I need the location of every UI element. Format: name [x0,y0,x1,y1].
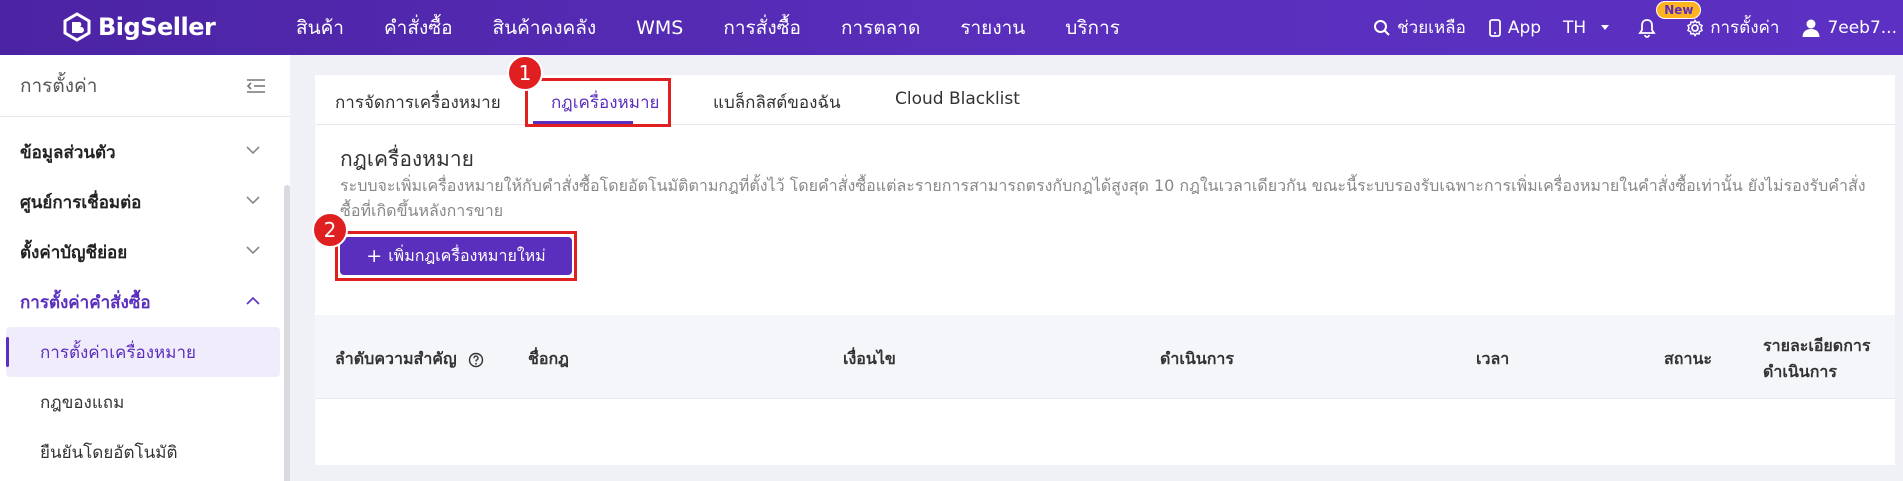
tab-cloud-blacklist[interactable]: Cloud Blacklist [895,89,1020,109]
column-header-operation-details: รายละเอียดการ ดำเนินการ [1763,333,1870,385]
settings-label: การตั้งค่า [1710,18,1780,38]
column-header-rule-name: ชื่อกฎ [528,349,569,368]
column-header-status: สถานะ [1664,349,1712,368]
notifications-button[interactable]: New [1638,0,1702,38]
nav-item-orders[interactable]: คำสั่งซื้อ [384,13,453,43]
settings-sidebar: การตั้งค่า ข้อมูลส่วนตัว ศูนย์การเชื่อมต… [0,55,290,481]
section-description: ระบบจะเพิ่มเครื่องหมายให้กับคำสั่งซื้อโด… [340,176,1866,220]
app-label: App [1507,17,1542,38]
nav-item-marketing[interactable]: การตลาด [841,13,920,43]
settings-link[interactable]: การตั้งค่า [1686,14,1779,41]
sidebar-subitem-gift-rules[interactable]: กฎของแถม [0,377,290,427]
main-content: การจัดการเครื่องหมาย กฎเครื่องหมาย แบล็ก… [312,55,1895,465]
header-tools: ช่วยเหลือ App TH New การตั้งค่า 7eeb7... [1373,0,1903,55]
sidebar-item-personal-info[interactable]: ข้อมูลส่วนตัว [0,127,290,177]
section-title: กฎเครื่องหมาย [340,147,474,171]
bell-icon [1638,18,1656,38]
help-circle-icon[interactable] [468,352,484,368]
nav-item-reports[interactable]: รายงาน [960,13,1025,43]
nav-item-purchasing[interactable]: การสั่งซื้อ [723,13,801,43]
brand-name: BigSeller [98,13,216,41]
user-menu[interactable]: 7eeb7... [1801,18,1897,38]
nav-item-products[interactable]: สินค้า [296,13,344,43]
button-highlight-box [335,231,577,281]
chevron-down-icon [246,246,260,255]
user-icon [1802,19,1820,37]
bigseller-logo-icon [62,12,92,42]
sidebar-item-order-settings[interactable]: การตั้งค่าคำสั่งซื้อ [0,277,290,327]
app-link[interactable]: App [1488,18,1541,38]
nav-item-wms[interactable]: WMS [636,17,683,39]
nav-item-inventory[interactable]: สินค้าคงคลัง [493,13,597,43]
sidebar-item-label: ตั้งค่าบัญชีย่อย [20,242,128,263]
tab-highlight-box [525,78,671,127]
column-header-priority-label: ลำดับความสำคัญ [335,349,457,368]
sidebar-title: การตั้งค่า [20,74,98,97]
column-header-priority: ลำดับความสำคัญ [335,347,484,372]
sidebar-subitem-mark-settings[interactable]: การตั้งค่าเครื่องหมาย [6,327,280,377]
user-label: 7eeb7... [1827,17,1897,38]
mobile-phone-icon [1488,18,1501,37]
sidebar-subitem-label: กฎของแถม [40,392,125,413]
sidebar-scrollbar[interactable] [284,185,290,481]
column-header-operation-details-line2: ดำเนินการ [1763,362,1837,381]
caret-down-icon [1601,24,1610,30]
language-label: TH [1563,17,1587,38]
column-header-operation-details-line1: รายละเอียดการ [1763,336,1871,355]
column-header-action: ดำเนินการ [1160,349,1234,368]
step-marker-1: 1 [507,55,543,91]
main-nav: สินค้า คำสั่งซื้อ สินค้าคงคลัง WMS การสั… [296,0,1160,55]
sidebar-item-label: ศูนย์การเชื่อมต่อ [20,192,142,213]
top-navigation-bar: BigSeller สินค้า คำสั่งซื้อ สินค้าคงคลัง… [0,0,1903,55]
sidebar-item-label: การตั้งค่าคำสั่งซื้อ [20,292,151,313]
sidebar-subitem-label: การตั้งค่าเครื่องหมาย [40,342,196,363]
chevron-up-icon [246,296,260,305]
chevron-down-icon [246,196,260,205]
rules-table-header: ลำดับความสำคัญ ชื่อกฎ เงื่อนไข ดำเนินการ… [315,315,1895,399]
search-icon [1374,19,1390,36]
nav-item-services[interactable]: บริการ [1065,13,1120,43]
language-selector[interactable]: TH [1563,18,1616,38]
sidebar-header: การตั้งค่า [0,55,290,117]
sidebar-item-label: ข้อมูลส่วนตัว [20,142,116,163]
tab-my-blacklist[interactable]: แบล็กลิสต์ของฉัน [713,89,841,116]
gear-icon [1687,18,1704,37]
chevron-down-icon [246,146,260,155]
sidebar-subitem-auto-confirm[interactable]: ยืนยันโดยอัตโนมัติ [0,427,290,477]
bigseller-logo[interactable]: BigSeller [62,9,216,45]
help-link[interactable]: ช่วยเหลือ [1373,14,1466,41]
tab-mark-management[interactable]: การจัดการเครื่องหมาย [335,89,501,116]
help-label: ช่วยเหลือ [1397,18,1466,38]
sidebar-item-sub-accounts[interactable]: ตั้งค่าบัญชีย่อย [0,227,290,277]
sidebar-subitem-label: ยืนยันโดยอัตโนมัติ [40,442,178,463]
collapse-sidebar-icon[interactable] [246,77,266,99]
column-header-conditions: เงื่อนไข [843,349,896,368]
sidebar-item-integration-center[interactable]: ศูนย์การเชื่อมต่อ [0,177,290,227]
step-marker-2: 2 [312,212,348,248]
column-header-time: เวลา [1476,349,1510,368]
